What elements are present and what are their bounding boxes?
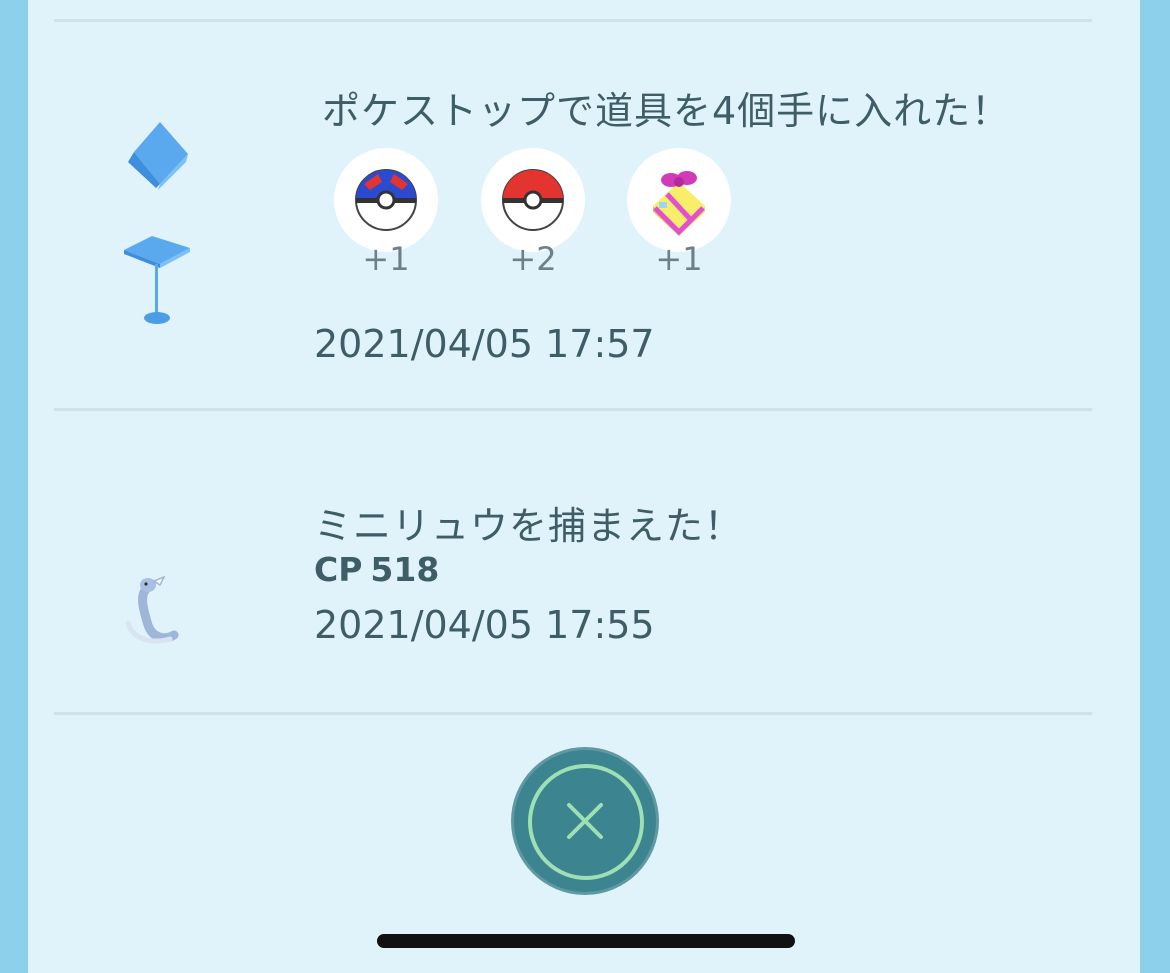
poke-ball-icon <box>502 169 564 231</box>
great-ball-icon <box>355 169 417 231</box>
pokestop-icon <box>124 122 190 324</box>
item-gift <box>627 148 731 252</box>
entry-title: ポケストップで道具を4個手に入れた！ <box>322 89 1011 133</box>
item-count: +2 <box>509 240 557 278</box>
item-count: +1 <box>362 240 410 278</box>
item-great-ball <box>334 148 438 252</box>
close-icon <box>567 803 603 839</box>
item-poke-ball <box>481 148 585 252</box>
item-count: +1 <box>655 240 703 278</box>
cp-number: 518 <box>370 550 440 589</box>
dratini-icon <box>125 575 179 644</box>
cp-label: CP <box>314 550 363 589</box>
entry-timestamp: 2021/04/05 17:57 <box>314 322 655 366</box>
entry-timestamp: 2021/04/05 17:55 <box>314 603 655 647</box>
close-button[interactable] <box>514 750 656 892</box>
entry-title: ミニリュウを捕まえた！ <box>314 504 744 548</box>
divider <box>54 712 1092 715</box>
divider <box>54 408 1092 411</box>
divider <box>54 19 1092 22</box>
gift-icon <box>653 171 705 236</box>
home-indicator[interactable] <box>377 934 795 948</box>
cp-value: CP 518 <box>314 550 447 589</box>
